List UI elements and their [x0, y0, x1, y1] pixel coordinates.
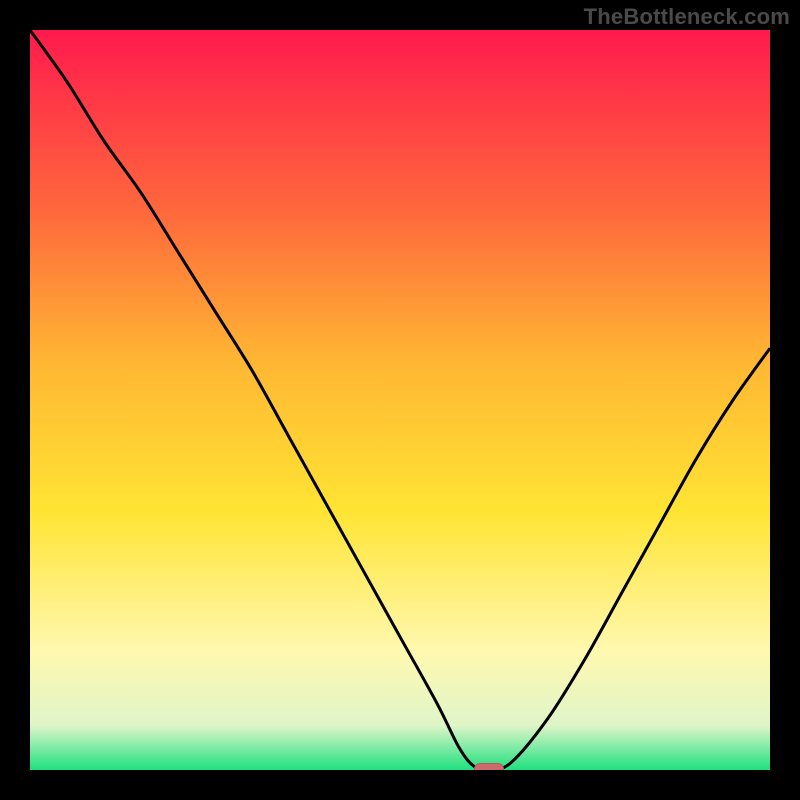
- plot-area: [30, 30, 770, 770]
- watermark-text: TheBottleneck.com: [584, 4, 790, 30]
- optimal-marker: [474, 763, 504, 770]
- bottleneck-curve: [30, 30, 770, 770]
- curve-path: [30, 30, 770, 770]
- chart-container: TheBottleneck.com: [0, 0, 800, 800]
